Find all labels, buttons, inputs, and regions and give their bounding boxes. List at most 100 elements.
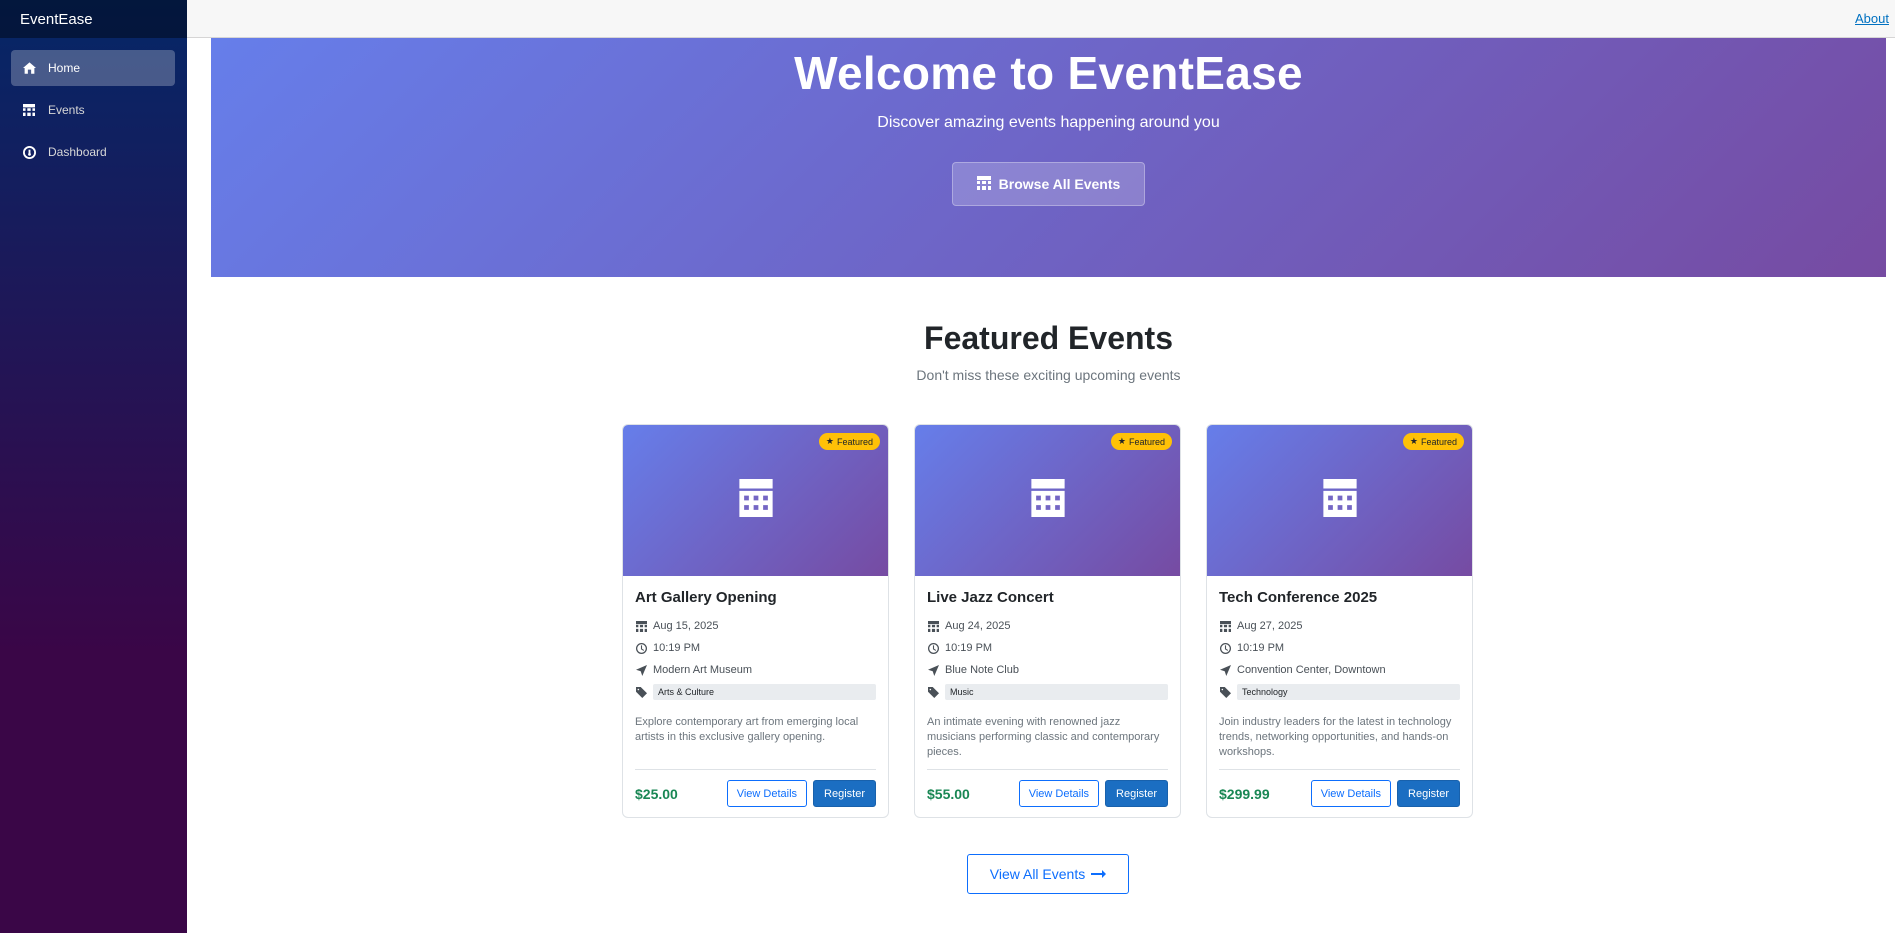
event-date-text: Aug 24, 2025: [945, 620, 1011, 632]
sidebar-item-home[interactable]: Home: [11, 50, 175, 86]
event-card: ★ Featured Art Gallery Opening Aug 15, 2…: [622, 424, 889, 818]
event-time-text: 10:19 PM: [1237, 642, 1285, 654]
event-time: 10:19 PM: [635, 637, 876, 659]
location-arrow-icon: [635, 664, 647, 676]
category-badge: Technology: [1237, 684, 1460, 700]
featured-badge: ★ Featured: [1402, 433, 1464, 450]
tag-icon: [1219, 686, 1231, 698]
clock-icon: [635, 642, 647, 654]
location-arrow-icon: [1219, 664, 1231, 676]
featured-badge-label: Featured: [1420, 436, 1457, 447]
star-icon: ★: [1117, 436, 1126, 446]
calendar-icon: [1219, 620, 1231, 632]
event-time: 10:19 PM: [1219, 637, 1460, 659]
calendar-icon: [738, 479, 773, 522]
event-description: Explore contemporary art from emerging l…: [635, 716, 859, 743]
event-location: Modern Art Museum: [635, 659, 876, 681]
sidebar-item-label: Events: [48, 103, 85, 117]
event-title: Art Gallery Opening: [635, 589, 777, 606]
featured-section: Featured Events Don't miss these excitin…: [211, 320, 1886, 383]
event-date: Aug 27, 2025: [1219, 615, 1460, 637]
sidebar: EventEase Home Events Dashboard: [0, 0, 187, 933]
browse-all-events-label: Browse All Events: [998, 176, 1121, 192]
event-card-footer: $55.00 View Details Register: [927, 769, 1168, 807]
view-all-events-button[interactable]: View All Events: [967, 854, 1129, 894]
hero-banner: Welcome to EventEase Discover amazing ev…: [211, 38, 1886, 277]
featured-badge: ★ Featured: [818, 433, 880, 450]
arrow-right-icon: [1091, 866, 1107, 882]
star-icon: ★: [1409, 436, 1418, 446]
event-price: $299.99: [1219, 785, 1270, 802]
view-details-button[interactable]: View Details: [1018, 780, 1100, 807]
event-location-text: Blue Note Club: [945, 664, 1019, 676]
clock-icon: [927, 642, 939, 654]
tag-icon: [635, 686, 647, 698]
home-icon: [22, 61, 36, 75]
calendar-icon: [1030, 479, 1065, 522]
dashboard-icon: [22, 145, 36, 159]
sidebar-nav: Home Events Dashboard: [0, 38, 187, 170]
event-title: Tech Conference 2025: [1219, 589, 1378, 606]
event-category: Technology: [1219, 681, 1460, 703]
calendar-icon: [635, 620, 647, 632]
event-card-image: ★ Featured: [1207, 425, 1472, 576]
event-time-text: 10:19 PM: [653, 642, 701, 654]
event-card: ★ Featured Tech Conference 2025 Aug 27, …: [1206, 424, 1473, 818]
featured-badge-label: Featured: [1128, 436, 1165, 447]
tag-icon: [927, 686, 939, 698]
category-badge: Music: [945, 684, 1168, 700]
register-button[interactable]: Register: [813, 780, 876, 807]
event-card-footer: $299.99 View Details Register: [1219, 769, 1460, 807]
calendar-icon: [927, 620, 939, 632]
event-date: Aug 15, 2025: [635, 615, 876, 637]
event-title: Live Jazz Concert: [927, 589, 1054, 606]
event-card-image: ★ Featured: [915, 425, 1180, 576]
sidebar-item-label: Home: [48, 61, 81, 75]
event-card-image: ★ Featured: [623, 425, 888, 576]
hero-subtitle: Discover amazing events happening around…: [877, 114, 1220, 131]
brand-bar: EventEase: [0, 0, 187, 38]
event-location: Convention Center, Downtown: [1219, 659, 1460, 681]
event-description: Join industry leaders for the latest in …: [1219, 716, 1452, 758]
sidebar-item-label: Dashboard: [48, 145, 107, 159]
sidebar-item-dashboard[interactable]: Dashboard: [11, 134, 175, 170]
event-card-footer: $25.00 View Details Register: [635, 769, 876, 807]
featured-badge: ★ Featured: [1110, 433, 1172, 450]
event-category: Arts & Culture: [635, 681, 876, 703]
featured-subtitle: Don't miss these exciting upcoming event…: [916, 367, 1181, 383]
brand-link[interactable]: EventEase: [20, 11, 93, 28]
sidebar-item-events[interactable]: Events: [11, 92, 175, 128]
star-icon: ★: [825, 436, 834, 446]
hero-title: Welcome to EventEase: [794, 47, 1303, 99]
view-all-events-label: View All Events: [989, 866, 1086, 882]
calendar-icon: [976, 175, 991, 193]
about-link[interactable]: About: [1855, 11, 1889, 26]
featured-badge-label: Featured: [836, 436, 873, 447]
event-card: ★ Featured Live Jazz Concert Aug 24, 202…: [914, 424, 1181, 818]
event-time: 10:19 PM: [927, 637, 1168, 659]
calendar-icon: [1322, 479, 1357, 522]
browse-all-events-button[interactable]: Browse All Events: [951, 162, 1146, 206]
view-details-button[interactable]: View Details: [726, 780, 808, 807]
category-badge: Arts & Culture: [653, 684, 876, 700]
event-cards: ★ Featured Art Gallery Opening Aug 15, 2…: [622, 424, 1473, 818]
register-button[interactable]: Register: [1105, 780, 1168, 807]
top-bar: About: [187, 0, 1895, 38]
featured-title: Featured Events: [924, 320, 1173, 356]
event-location-text: Convention Center, Downtown: [1237, 664, 1386, 676]
event-category: Music: [927, 681, 1168, 703]
event-description: An intimate evening with renowned jazz m…: [927, 716, 1160, 758]
event-location: Blue Note Club: [927, 659, 1168, 681]
view-details-button[interactable]: View Details: [1310, 780, 1392, 807]
event-location-text: Modern Art Museum: [653, 664, 753, 676]
event-time-text: 10:19 PM: [945, 642, 993, 654]
event-price: $25.00: [635, 785, 678, 802]
clock-icon: [1219, 642, 1231, 654]
event-date-text: Aug 27, 2025: [1237, 620, 1303, 632]
event-date: Aug 24, 2025: [927, 615, 1168, 637]
calendar-icon: [22, 103, 36, 117]
event-date-text: Aug 15, 2025: [653, 620, 719, 632]
location-arrow-icon: [927, 664, 939, 676]
event-price: $55.00: [927, 785, 970, 802]
register-button[interactable]: Register: [1397, 780, 1460, 807]
